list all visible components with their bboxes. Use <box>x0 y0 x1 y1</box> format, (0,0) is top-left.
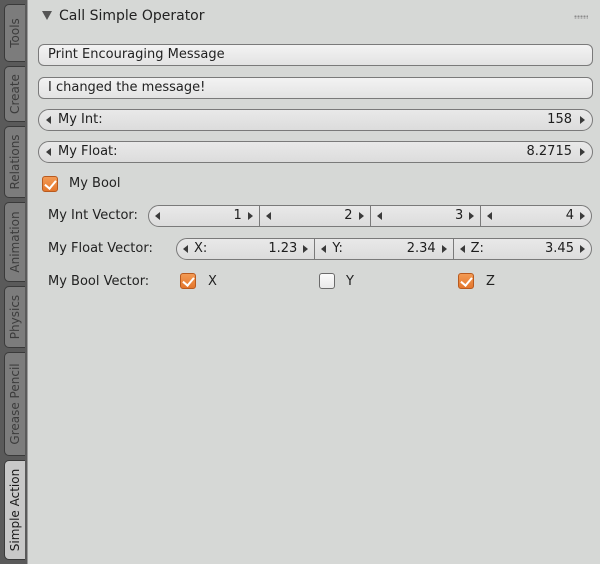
decrement-arrow-icon[interactable] <box>376 212 382 220</box>
increment-arrow-icon[interactable] <box>580 212 585 220</box>
int-vector-value: 2 <box>344 208 353 223</box>
my-float-value: 8.2715 <box>526 144 573 159</box>
my-float-label: My Float: <box>58 144 118 159</box>
float-vector-value: 3.45 <box>545 241 574 256</box>
my-bool-checkbox[interactable] <box>42 176 58 192</box>
changed-message-button[interactable]: I changed the message! <box>38 77 593 99</box>
int-vector-value: 1 <box>233 208 242 223</box>
int-vector-item[interactable]: 1 <box>149 206 259 226</box>
int-vector-item[interactable]: 2 <box>258 206 370 226</box>
float-vector-axis-label: Z: <box>470 241 484 256</box>
tab-simple-action[interactable]: Simple Action <box>4 460 25 560</box>
bool-vector-x-label: X <box>208 274 217 289</box>
float-vector-value: 1.23 <box>268 241 298 256</box>
collapse-arrow-icon[interactable] <box>42 11 52 20</box>
operator-panel: Call Simple Operator Print Encouraging M… <box>27 0 600 564</box>
float-vector-value: 2.34 <box>406 241 436 256</box>
bool-vector-z-checkbox[interactable] <box>458 273 474 289</box>
tab-tools[interactable]: Tools <box>4 4 25 62</box>
panel-header[interactable]: Call Simple Operator <box>28 0 600 34</box>
increment-arrow-icon[interactable] <box>580 148 585 156</box>
drag-grip-icon[interactable] <box>574 15 588 19</box>
int-vector-label: My Int Vector: <box>48 208 138 223</box>
tab-grease-pencil-label: Grease Pencil <box>8 363 22 445</box>
tab-relations[interactable]: Relations <box>4 126 25 198</box>
my-int-value: 158 <box>547 112 572 127</box>
my-bool-label: My Bool <box>69 176 121 191</box>
decrement-arrow-icon[interactable] <box>459 245 465 253</box>
tool-shelf-tabs: Tools Create Relations Animation Physics… <box>0 0 27 564</box>
decrement-arrow-icon[interactable] <box>46 116 51 124</box>
float-vector-item[interactable]: Y: 2.34 <box>314 239 452 259</box>
increment-arrow-icon[interactable] <box>303 245 309 253</box>
print-encouraging-message-button[interactable]: Print Encouraging Message <box>38 44 593 66</box>
tab-physics[interactable]: Physics <box>4 286 25 348</box>
decrement-arrow-icon[interactable] <box>183 245 188 253</box>
my-float-field[interactable]: My Float: 8.2715 <box>38 141 593 163</box>
bool-vector-y-label: Y <box>346 274 354 289</box>
panel-title: Call Simple Operator <box>59 8 205 24</box>
bool-vector-x-checkbox[interactable] <box>180 273 196 289</box>
increment-arrow-icon[interactable] <box>247 212 253 220</box>
ui-frame: Tools Create Relations Animation Physics… <box>0 0 600 564</box>
my-int-field[interactable]: My Int: 158 <box>38 109 593 131</box>
int-vector-value: 4 <box>565 208 574 223</box>
tab-relations-label: Relations <box>8 134 22 190</box>
bool-vector-z-label: Z <box>486 274 495 289</box>
decrement-arrow-icon[interactable] <box>265 212 271 220</box>
float-vector-axis-label: X: <box>194 241 208 256</box>
increment-arrow-icon[interactable] <box>469 212 475 220</box>
int-vector-field: 1 2 3 4 <box>148 205 592 227</box>
increment-arrow-icon[interactable] <box>579 245 585 253</box>
tab-create[interactable]: Create <box>4 66 25 122</box>
tab-create-label: Create <box>8 74 22 114</box>
tab-tools-label: Tools <box>8 18 22 48</box>
increment-arrow-icon[interactable] <box>358 212 364 220</box>
decrement-arrow-icon[interactable] <box>487 212 493 220</box>
tab-animation-label: Animation <box>8 211 22 273</box>
tab-simple-action-label: Simple Action <box>8 468 22 552</box>
decrement-arrow-icon[interactable] <box>321 245 327 253</box>
tab-animation[interactable]: Animation <box>4 202 25 282</box>
tab-physics-label: Physics <box>8 294 22 340</box>
float-vector-field: X: 1.23 Y: 2.34 Z: 3.45 <box>176 238 592 260</box>
bool-vector-label: My Bool Vector: <box>48 274 150 289</box>
tab-grease-pencil[interactable]: Grease Pencil <box>4 352 25 456</box>
increment-arrow-icon[interactable] <box>441 245 447 253</box>
my-int-label: My Int: <box>58 112 103 127</box>
decrement-arrow-icon[interactable] <box>155 212 160 220</box>
bool-vector-y-checkbox[interactable] <box>319 273 335 289</box>
float-vector-item[interactable]: Z: 3.45 <box>452 239 591 259</box>
int-vector-item[interactable]: 4 <box>480 206 591 226</box>
float-vector-label: My Float Vector: <box>48 241 153 256</box>
int-vector-value: 3 <box>454 208 464 223</box>
decrement-arrow-icon[interactable] <box>46 148 51 156</box>
float-vector-item[interactable]: X: 1.23 <box>177 239 314 259</box>
int-vector-item[interactable]: 3 <box>369 206 481 226</box>
float-vector-axis-label: Y: <box>332 241 343 256</box>
increment-arrow-icon[interactable] <box>580 116 585 124</box>
